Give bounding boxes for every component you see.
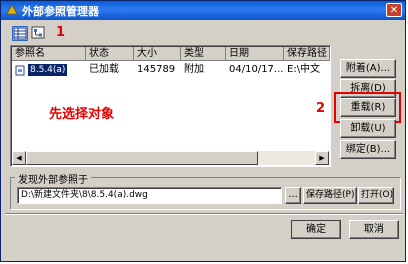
scroll-thumb[interactable] xyxy=(26,151,258,165)
xref-file-icon xyxy=(15,65,25,75)
cell-type: 附加 xyxy=(184,64,204,75)
list-header: 参照名 状态 大小 类型 日期 保存路径 xyxy=(12,47,330,61)
tree-view-button[interactable] xyxy=(31,26,47,41)
xref-name: 8.5.4(a) xyxy=(28,64,68,76)
column-header-name[interactable]: 参照名 xyxy=(12,47,86,61)
found-at-label: 发现外部参照于 xyxy=(15,171,91,186)
step-1-annotation: 1 xyxy=(56,25,66,40)
tree-view-icon xyxy=(31,26,45,39)
column-header-type[interactable]: 类型 xyxy=(181,47,226,61)
table-row[interactable]: 8.5.4(a) 已加载 145789 附加 04/10/17... E:\中文 xyxy=(12,63,330,77)
list-view-button[interactable] xyxy=(12,26,28,41)
scroll-right-button[interactable]: ▶ xyxy=(315,151,329,165)
arrow-left-icon: ◀ xyxy=(16,154,22,162)
unload-button[interactable]: 卸载(U) xyxy=(340,119,396,138)
column-header-status[interactable]: 状态 xyxy=(86,47,134,61)
column-header-size[interactable]: 大小 xyxy=(134,47,181,61)
save-path-button[interactable]: 保存路径(P) xyxy=(303,187,357,204)
scroll-left-button[interactable]: ◀ xyxy=(12,151,26,165)
app-logo-icon xyxy=(6,4,18,15)
cell-status: 已加载 xyxy=(89,64,119,75)
window-title: 外部参照管理器 xyxy=(22,5,99,18)
close-button[interactable]: ✕ xyxy=(386,3,402,17)
arrow-right-icon: ▶ xyxy=(319,154,325,162)
list-view-icon xyxy=(13,27,27,40)
select-object-hint: 先选择对象 xyxy=(49,107,115,122)
step-2-annotation: 2 xyxy=(316,101,326,116)
open-button[interactable]: 打开(O) xyxy=(358,187,394,204)
cancel-button[interactable]: 取消 xyxy=(349,220,399,239)
close-icon: ✕ xyxy=(389,5,399,16)
cell-size: 145789 xyxy=(137,64,176,75)
horizontal-scrollbar[interactable]: ◀ ▶ xyxy=(12,151,329,165)
bind-button[interactable]: 绑定(B)... xyxy=(340,140,396,159)
browse-button[interactable]: ... xyxy=(285,187,301,204)
found-at-path-field[interactable]: D:\新建文件夹\8\8.5.4(a).dwg xyxy=(17,187,282,204)
cell-date: 04/10/17... xyxy=(229,64,284,75)
column-header-date[interactable]: 日期 xyxy=(226,47,284,61)
ok-button[interactable]: 确定 xyxy=(291,220,341,239)
footer-separator xyxy=(5,213,403,215)
cell-name: 8.5.4(a) xyxy=(12,63,86,77)
cell-path: E:\中文 xyxy=(287,64,321,75)
column-header-path[interactable]: 保存路径 xyxy=(284,47,330,61)
attach-button[interactable]: 附着(A)... xyxy=(340,59,396,78)
title-bar[interactable]: 外部参照管理器 ✕ xyxy=(1,1,405,20)
xref-manager-window: 外部参照管理器 ✕ 1 参照名 状态 大小 类型 日期 保存路径 8.5.4(a… xyxy=(0,0,406,262)
